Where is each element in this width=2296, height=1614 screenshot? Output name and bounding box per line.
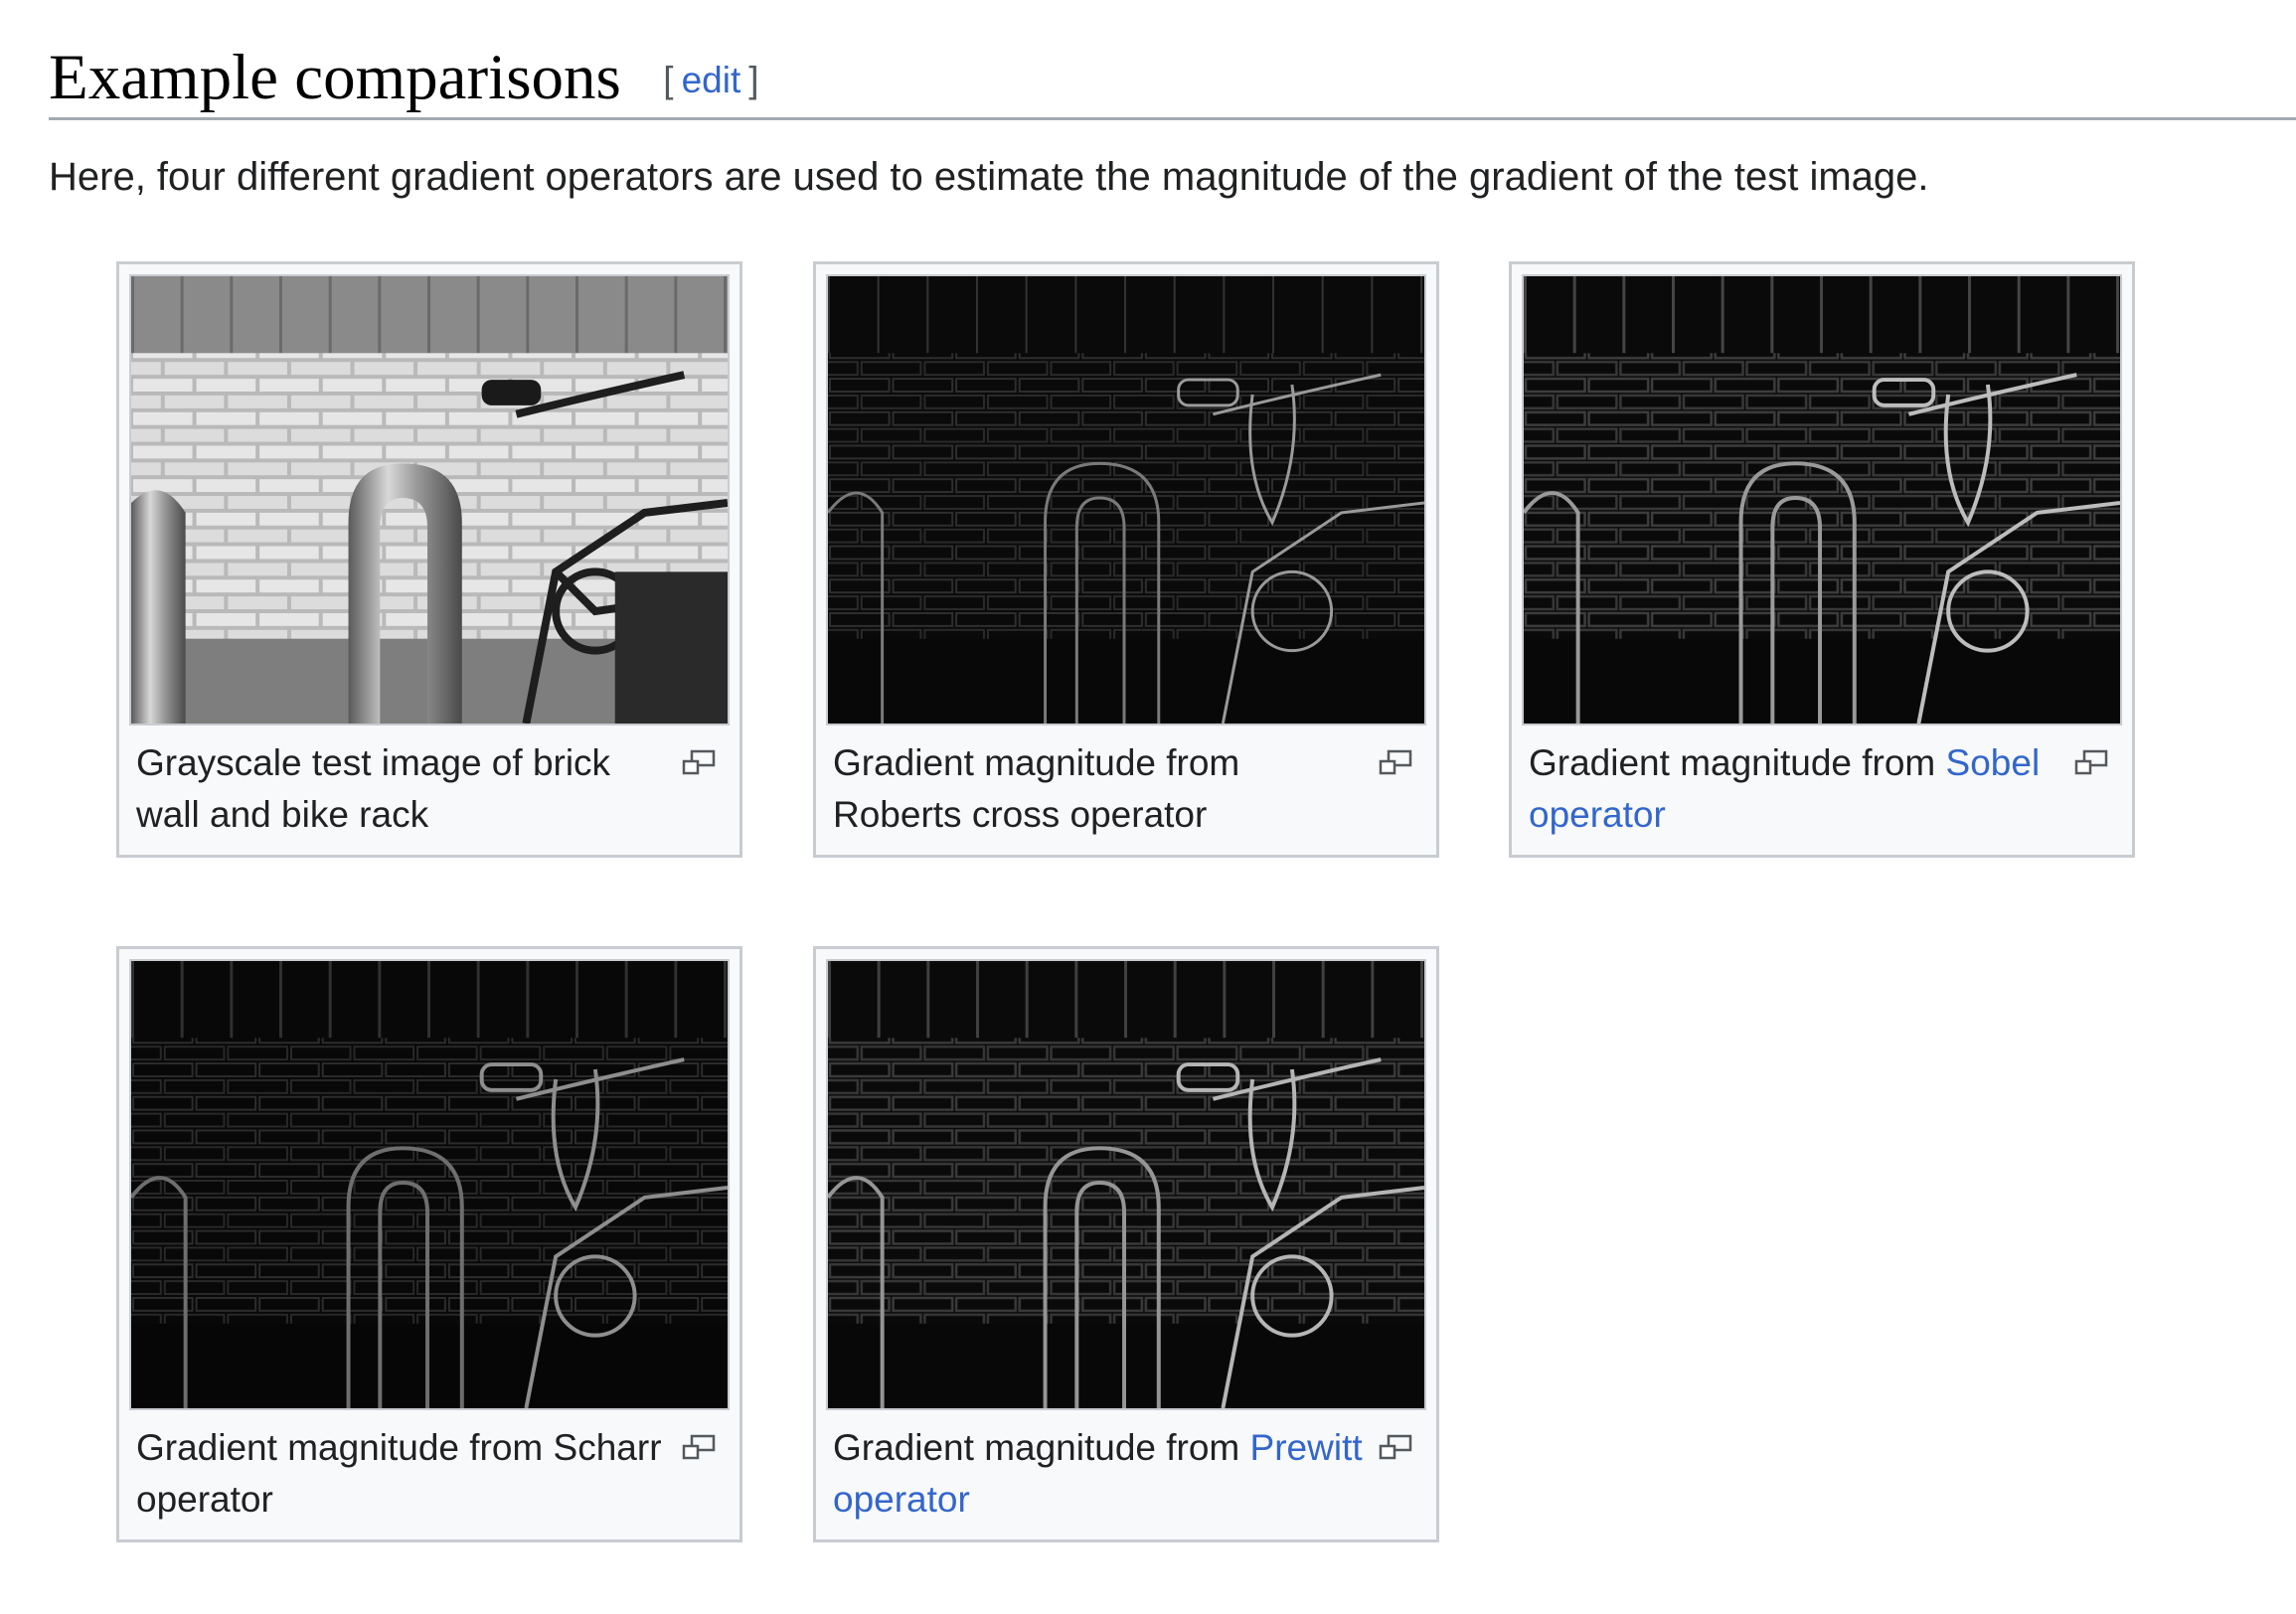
sobel-gradient-image [1524, 276, 2120, 724]
gallery-caption: Gradient magnitude from Roberts cross op… [833, 742, 1240, 835]
gallery-caption: Gradient magnitude from Sobel operator [1529, 742, 2041, 835]
gallery-caption: Gradient magnitude from Prewitt operator [833, 1427, 1363, 1520]
gallery-item-roberts: Gradient magnitude from Roberts cross op… [813, 261, 1439, 858]
gallery-item-scharr: Gradient magnitude from Scharr operator [116, 946, 742, 1542]
gallery-thumbnail[interactable] [1522, 274, 2122, 726]
magnify-icon[interactable] [1379, 749, 1412, 775]
magnify-icon[interactable] [2074, 749, 2108, 775]
roberts-gradient-image [828, 276, 1424, 724]
gallery-caption: Gradient magnitude from Scharr operator [136, 1427, 662, 1520]
grayscale-test-image [131, 276, 728, 724]
gallery-item-sobel: Gradient magnitude from Sobel operator [1509, 261, 2135, 858]
section-title: Example comparisons [49, 42, 621, 113]
gallery-thumbnail[interactable] [826, 959, 1426, 1410]
edit-bracket-open: [ [663, 60, 674, 100]
edit-bracket-close: ] [748, 60, 759, 100]
section-heading: Example comparisons [edit] [49, 38, 2296, 120]
gallery-caption: Grayscale test image of brick wall and b… [136, 742, 611, 835]
edit-link[interactable]: edit [674, 60, 749, 100]
gallery-item-prewitt: Gradient magnitude from Prewitt operator [813, 946, 1439, 1542]
edit-section: [edit] [663, 60, 758, 101]
gallery-thumbnail[interactable] [826, 274, 1426, 726]
gallery-thumbnail[interactable] [129, 274, 730, 726]
gallery-thumbnail[interactable] [129, 959, 730, 1410]
intro-paragraph: Here, four different gradient operators … [49, 155, 1929, 199]
magnify-icon[interactable] [682, 749, 716, 775]
scharr-gradient-image [131, 961, 728, 1408]
prewitt-gradient-image [828, 961, 1424, 1408]
magnify-icon[interactable] [682, 1434, 716, 1460]
magnify-icon[interactable] [1379, 1434, 1412, 1460]
gallery-item-grayscale: Grayscale test image of brick wall and b… [116, 261, 742, 858]
